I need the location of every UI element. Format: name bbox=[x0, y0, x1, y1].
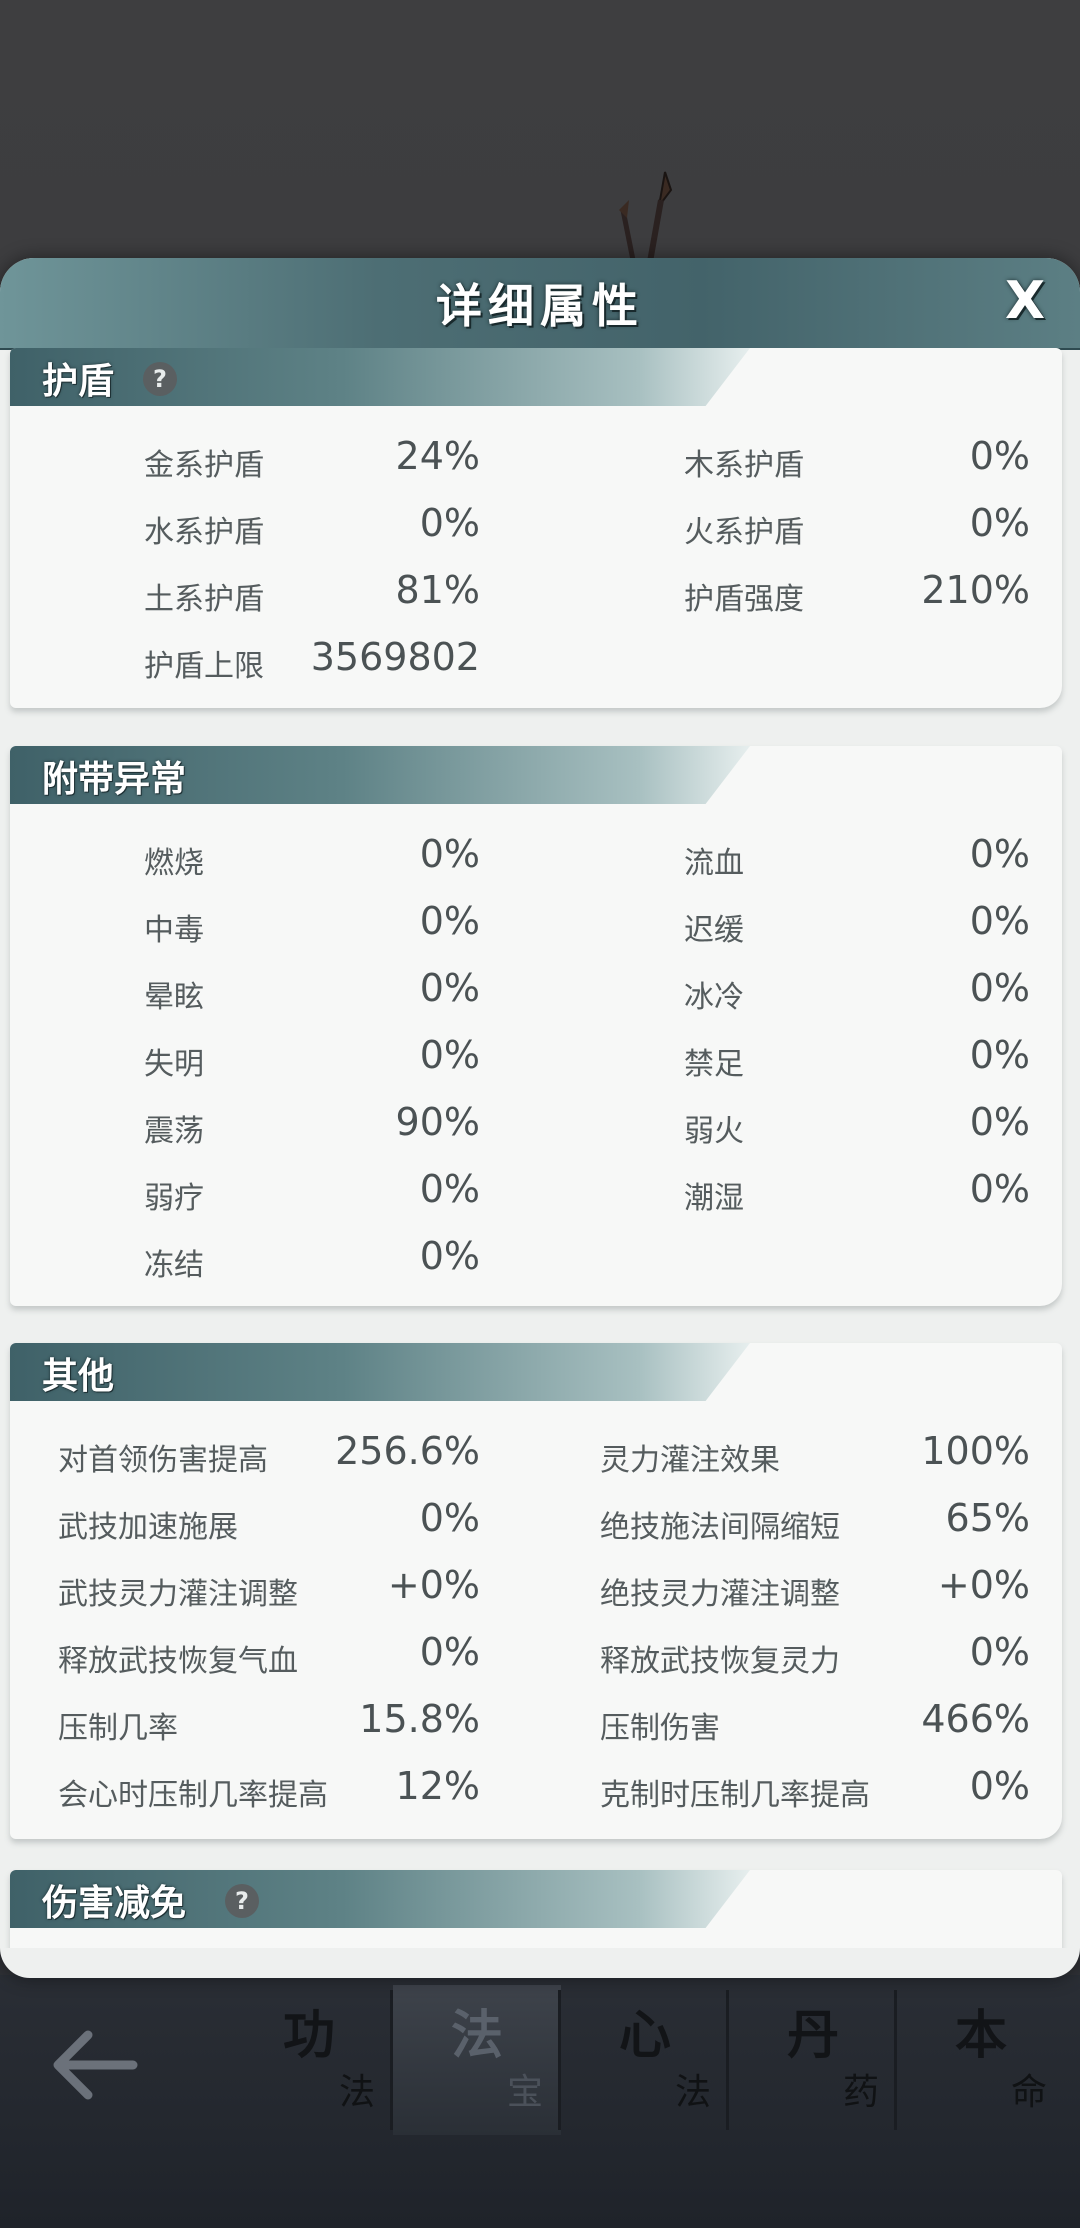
section-title: 附带异常 bbox=[42, 759, 187, 800]
section-title: 其他 bbox=[42, 1356, 115, 1397]
stat-value: 256.6% bbox=[335, 1429, 480, 1473]
nav-tab-fabao-main: 法 bbox=[450, 2005, 503, 2066]
nav-tab-gongfa-main: 功 bbox=[282, 2005, 335, 2066]
stat-value: +0% bbox=[937, 1563, 1030, 1607]
stat-value: 65% bbox=[945, 1496, 1030, 1540]
stat-value: 0% bbox=[969, 966, 1030, 1010]
nav-tab-gongfa-sub: 法 bbox=[338, 2072, 375, 2113]
stat-label: 失明 bbox=[144, 1047, 204, 1082]
stat-value: 24% bbox=[395, 434, 480, 478]
stat-value: 210% bbox=[921, 568, 1030, 612]
stat-label: 燃烧 bbox=[144, 846, 204, 881]
section-header bbox=[10, 348, 750, 406]
attributes-scroll-area[interactable]: 护盾 ? 金系护盾 24% 木系护盾 0% 水系护盾 0% 火系护盾 0% 土系… bbox=[0, 348, 1080, 1948]
section-header bbox=[10, 1343, 750, 1401]
detail-attributes-modal: 详细属性 X 护盾 ? 金系护盾 24% 木系护盾 0% 水系护盾 0% 火系护… bbox=[0, 258, 1080, 1978]
stat-label: 弱火 bbox=[684, 1114, 744, 1149]
stat-value: 15.8% bbox=[359, 1697, 480, 1741]
nav-tab-benming[interactable]: 本 命 bbox=[897, 1985, 1065, 2135]
stat-value: 0% bbox=[969, 899, 1030, 943]
shield-section: 护盾 ? 金系护盾 24% 木系护盾 0% 水系护盾 0% 火系护盾 0% 土系… bbox=[10, 348, 1062, 708]
stat-label: 流血 bbox=[684, 846, 744, 881]
bottom-nav: 功 法 法 宝 心 法 丹 药 本 命 bbox=[0, 1985, 1080, 2145]
stat-label: 压制几率 bbox=[58, 1711, 178, 1746]
stat-label: 禁足 bbox=[684, 1047, 744, 1082]
stat-label: 压制伤害 bbox=[600, 1711, 720, 1746]
stat-value: 0% bbox=[969, 832, 1030, 876]
nav-tab-danyao[interactable]: 丹 药 bbox=[729, 1985, 897, 2135]
stat-value: 0% bbox=[419, 1033, 480, 1077]
stat-value: 0% bbox=[969, 501, 1030, 545]
stat-value: 100% bbox=[921, 1429, 1030, 1473]
other-section: 其他 对首领伤害提高 256.6% 灵力灌注效果 100% 武技加速施展 0% … bbox=[10, 1343, 1062, 1839]
stat-value: 0% bbox=[969, 1630, 1030, 1674]
section-title: 护盾 bbox=[42, 361, 115, 402]
stat-label: 潮湿 bbox=[684, 1181, 744, 1216]
stat-value: 12% bbox=[395, 1764, 480, 1808]
stat-label: 冰冷 bbox=[684, 980, 744, 1015]
nav-tab-benming-main: 本 bbox=[954, 2005, 1007, 2066]
stat-value: 3569802 bbox=[310, 635, 480, 679]
stat-value: 0% bbox=[419, 966, 480, 1010]
stat-value: 0% bbox=[969, 1100, 1030, 1144]
close-button[interactable]: X bbox=[992, 268, 1058, 334]
stat-label: 晕眩 bbox=[144, 980, 204, 1015]
stat-value: 0% bbox=[419, 832, 480, 876]
nav-tab-xinfa-sub: 法 bbox=[674, 2072, 711, 2113]
section-title: 伤害减免 bbox=[42, 1883, 187, 1924]
stat-label: 中毒 bbox=[144, 913, 204, 948]
stat-label: 弱疗 bbox=[144, 1181, 204, 1216]
stat-value: 0% bbox=[419, 1630, 480, 1674]
stat-value: 0% bbox=[419, 1234, 480, 1278]
stat-value: 81% bbox=[395, 568, 480, 612]
stat-value: 0% bbox=[969, 1167, 1030, 1211]
stat-value: 0% bbox=[419, 1496, 480, 1540]
stat-label: 迟缓 bbox=[684, 913, 744, 948]
stat-value: 0% bbox=[969, 1033, 1030, 1077]
modal-header: 详细属性 X bbox=[0, 258, 1080, 350]
help-icon[interactable]: ? bbox=[225, 1884, 259, 1918]
stat-value: +0% bbox=[387, 1563, 480, 1607]
ailment-section: 附带异常 燃烧 0% 流血 0% 中毒 0% 迟缓 0% 晕眩 0% 冰冷 0%… bbox=[10, 746, 1062, 1306]
stat-value: 466% bbox=[921, 1697, 1030, 1741]
nav-tab-xinfa-main: 心 bbox=[618, 2005, 671, 2066]
stat-label: 冻结 bbox=[144, 1248, 204, 1283]
nav-tab-fabao-sub: 宝 bbox=[506, 2072, 543, 2113]
nav-tab-danyao-main: 丹 bbox=[786, 2005, 839, 2066]
stat-value: 0% bbox=[969, 1764, 1030, 1808]
back-arrow-icon[interactable] bbox=[48, 2025, 138, 2105]
nav-tab-fabao[interactable]: 法 宝 bbox=[393, 1985, 561, 2135]
nav-tab-xinfa[interactable]: 心 法 bbox=[561, 1985, 729, 2135]
stat-label: 震荡 bbox=[144, 1114, 204, 1149]
nav-tab-danyao-sub: 药 bbox=[842, 2072, 879, 2113]
stat-value: 0% bbox=[419, 501, 480, 545]
stat-value: 90% bbox=[395, 1100, 480, 1144]
modal-title: 详细属性 bbox=[436, 279, 644, 333]
stat-value: 0% bbox=[419, 1167, 480, 1211]
damage-reduction-section: 伤害减免 ? bbox=[10, 1870, 1062, 1948]
stat-value: 0% bbox=[419, 899, 480, 943]
stat-value: 0% bbox=[969, 434, 1030, 478]
nav-tab-gongfa[interactable]: 功 法 bbox=[225, 1985, 393, 2135]
help-icon[interactable]: ? bbox=[143, 362, 177, 396]
nav-tab-benming-sub: 命 bbox=[1010, 2072, 1047, 2113]
